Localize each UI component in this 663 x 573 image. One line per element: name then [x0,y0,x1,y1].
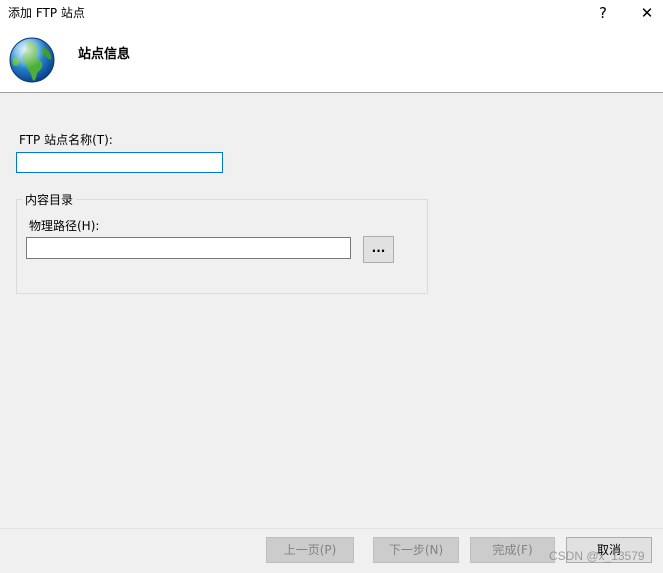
content-directory-group-label: 内容目录 [22,192,77,208]
wizard-header: 添加 FTP 站点 ? ✕ 站点信息 [0,0,663,93]
window-title: 添加 FTP 站点 [8,6,85,20]
finish-button[interactable]: 完成(F) [470,537,555,563]
cancel-button[interactable]: 取消 [566,537,652,563]
physical-path-label: 物理路径(H): [29,219,100,233]
site-name-input[interactable] [16,152,223,173]
browse-button[interactable]: ... [363,236,394,263]
page-title: 站点信息 [78,47,131,62]
close-button[interactable]: ✕ [636,3,658,23]
help-button[interactable]: ? [592,3,614,23]
next-button[interactable]: 下一步(N) [373,537,459,563]
physical-path-input[interactable] [26,237,351,259]
previous-button[interactable]: 上一页(P) [266,537,354,563]
site-name-label: FTP 站点名称(T): [19,133,113,147]
globe-icon [9,37,55,83]
